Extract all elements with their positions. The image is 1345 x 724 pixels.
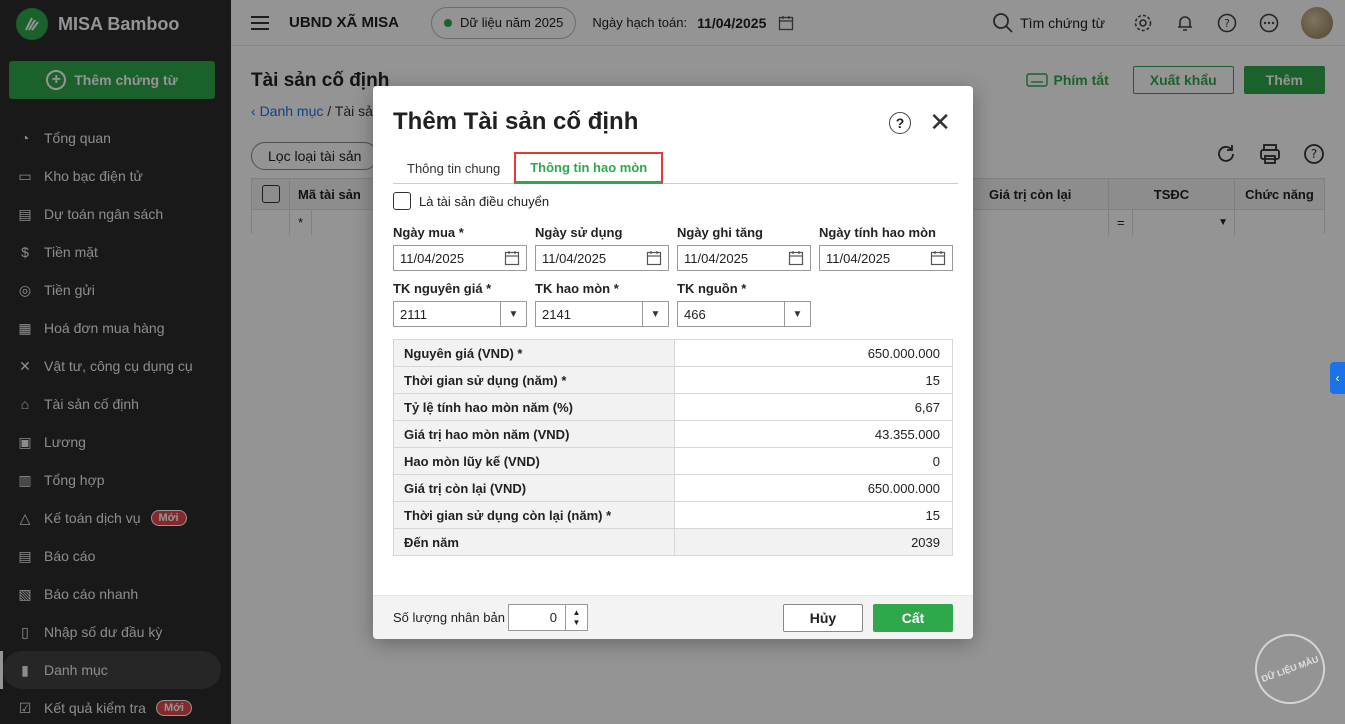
- dep-date-input[interactable]: 11/04/2025: [819, 245, 953, 271]
- row-label: Giá trị còn lại (VND): [393, 474, 675, 502]
- use-date-input[interactable]: 11/04/2025: [535, 245, 669, 271]
- close-icon[interactable]: ✕: [929, 109, 951, 135]
- table-row: Tỷ lệ tính hao mòn năm (%) 6,67: [393, 393, 953, 421]
- row-value[interactable]: 15: [674, 501, 953, 529]
- acc-source-select[interactable]: 466 ▼: [677, 301, 811, 327]
- acc-cost-label: TK nguyên giá *: [393, 281, 492, 296]
- calendar-icon[interactable]: [504, 250, 520, 266]
- acc-dep-select[interactable]: 2141 ▼: [535, 301, 669, 327]
- chevron-down-icon[interactable]: ▼: [500, 302, 526, 326]
- row-label: Giá trị hao mòn năm (VND): [393, 420, 675, 448]
- acc-dep-value: 2141: [542, 306, 571, 322]
- buy-date-input[interactable]: 11/04/2025: [393, 245, 527, 271]
- record-date-input[interactable]: 11/04/2025: [677, 245, 811, 271]
- chevron-down-icon[interactable]: ▼: [784, 302, 810, 326]
- row-value[interactable]: 15: [674, 366, 953, 394]
- chevron-left-icon: ‹: [1335, 371, 1340, 385]
- row-label: Thời gian sử dụng còn lại (năm) *: [393, 501, 675, 529]
- table-row: Thời gian sử dụng (năm) * 15: [393, 366, 953, 394]
- buy-date-value: 11/04/2025: [400, 250, 465, 266]
- dep-date-value: 11/04/2025: [826, 250, 891, 266]
- row-label: Hao mòn lũy kế (VND): [393, 447, 675, 475]
- acc-cost-value: 2111: [400, 306, 427, 322]
- dialog-help-icon[interactable]: ?: [889, 112, 911, 134]
- duplicate-count-value[interactable]: 0: [509, 610, 565, 625]
- add-asset-dialog: Thêm Tài sản cố định ? ✕ Thông tin chung…: [373, 86, 973, 639]
- tab-general-info[interactable]: Thông tin chung: [393, 152, 514, 184]
- row-label: Thời gian sử dụng (năm) *: [393, 366, 675, 394]
- table-row: Đến năm 2039: [393, 528, 953, 556]
- table-row: Thời gian sử dụng còn lại (năm) * 15: [393, 501, 953, 529]
- dep-date-label: Ngày tính hao mòn: [819, 225, 936, 240]
- transfer-asset-checkbox[interactable]: [393, 192, 411, 210]
- dialog-tabs: Thông tin chung Thông tin hao mòn: [393, 152, 958, 184]
- row-label: Đến năm: [393, 528, 675, 556]
- tab-depreciation-info[interactable]: Thông tin hao mòn: [514, 152, 664, 184]
- calendar-icon[interactable]: [788, 250, 804, 266]
- save-button[interactable]: Cất: [873, 604, 953, 632]
- table-row: Nguyên giá (VND) * 650.000.000: [393, 339, 953, 367]
- depreciation-table: Nguyên giá (VND) * 650.000.000 Thời gian s…: [393, 339, 953, 556]
- dialog-footer: Số lượng nhân bản 0 ▲ ▼ Hủy Cất: [373, 595, 973, 639]
- row-value[interactable]: 6,67: [674, 393, 953, 421]
- row-value: 2039: [674, 528, 953, 556]
- table-row: Giá trị còn lại (VND) 650.000.000: [393, 474, 953, 502]
- acc-source-label: TK nguồn *: [677, 281, 747, 296]
- dialog-title: Thêm Tài sản cố định: [393, 108, 639, 135]
- side-panel-toggle[interactable]: ‹: [1330, 362, 1345, 394]
- row-label: Tỷ lệ tính hao mòn năm (%): [393, 393, 675, 421]
- row-value[interactable]: 0: [674, 447, 953, 475]
- transfer-asset-row: Là tài sản điều chuyển: [393, 192, 549, 210]
- acc-source-value: 466: [684, 306, 706, 322]
- buy-date-label: Ngày mua *: [393, 225, 464, 240]
- use-date-label: Ngày sử dụng: [535, 225, 623, 240]
- table-row: Hao mòn lũy kế (VND) 0: [393, 447, 953, 475]
- calendar-icon[interactable]: [646, 250, 662, 266]
- row-value[interactable]: 650.000.000: [674, 339, 953, 367]
- calendar-icon[interactable]: [930, 250, 946, 266]
- duplicate-count-label: Số lượng nhân bản: [393, 610, 505, 625]
- record-date-value: 11/04/2025: [684, 250, 749, 266]
- acc-cost-select[interactable]: 2111 ▼: [393, 301, 527, 327]
- acc-dep-label: TK hao mòn *: [535, 281, 619, 296]
- chevron-down-icon[interactable]: ▼: [642, 302, 668, 326]
- use-date-value: 11/04/2025: [542, 250, 607, 266]
- stepper-arrows-icon[interactable]: ▲ ▼: [565, 605, 587, 630]
- table-row: Giá trị hao mòn năm (VND) 43.355.000: [393, 420, 953, 448]
- row-value[interactable]: 43.355.000: [674, 420, 953, 448]
- row-label: Nguyên giá (VND) *: [393, 339, 675, 367]
- record-date-label: Ngày ghi tăng: [677, 225, 763, 240]
- row-value[interactable]: 650.000.000: [674, 474, 953, 502]
- transfer-asset-label: Là tài sản điều chuyển: [419, 193, 550, 209]
- cancel-button[interactable]: Hủy: [783, 604, 863, 632]
- duplicate-count-stepper[interactable]: 0 ▲ ▼: [508, 604, 588, 631]
